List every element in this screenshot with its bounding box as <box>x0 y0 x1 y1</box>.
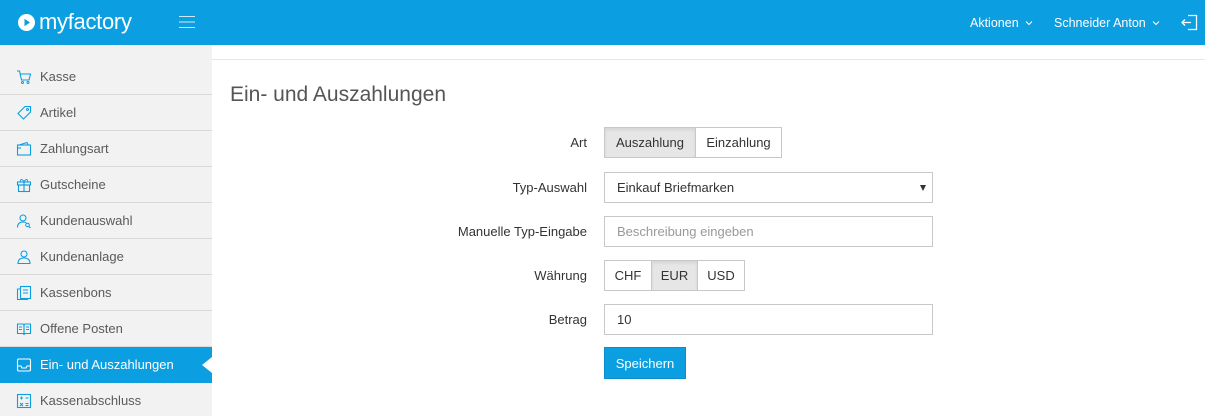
waehrung-label: Währung <box>534 268 587 283</box>
user-menu[interactable]: Schneider Anton <box>1054 0 1160 45</box>
typ-auswahl-value: Einkauf Briefmarken <box>617 180 735 195</box>
save-button[interactable]: Speichern <box>604 347 686 379</box>
sidebar-item-label: Gutscheine <box>40 177 106 192</box>
waehrung-option-usd[interactable]: USD <box>697 260 745 291</box>
sidebar-item-kasse[interactable]: Kasse <box>0 59 212 95</box>
art-option-auszahlung[interactable]: Auszahlung <box>604 127 696 158</box>
user-icon <box>17 249 31 264</box>
betrag-input[interactable] <box>604 304 933 335</box>
manuelle-typ-eingabe-input[interactable] <box>604 216 933 247</box>
book-icon <box>16 322 32 335</box>
sidebar-item-label: Ein- und Auszahlungen <box>40 357 174 372</box>
page-title: Ein- und Auszahlungen <box>230 83 446 106</box>
sidebar: Kasse Artikel Zahlungsart Gutscheine Kun… <box>0 45 212 416</box>
sidebar-item-zahlungsart[interactable]: Zahlungsart <box>0 131 212 167</box>
manuelle-typ-eingabe-label: Manuelle Typ-Eingabe <box>457 224 587 239</box>
actions-menu[interactable]: Aktionen <box>970 0 1033 45</box>
sidebar-item-label: Zahlungsart <box>40 141 109 156</box>
typ-auswahl-label: Typ-Auswahl <box>512 180 587 195</box>
user-search-icon <box>16 213 31 228</box>
sidebar-item-kassenbons[interactable]: Kassenbons <box>0 275 212 311</box>
calculator-icon <box>16 393 32 408</box>
cart-icon <box>17 69 32 84</box>
betrag-label: Betrag <box>548 312 587 327</box>
sidebar-item-label: Kasse <box>40 69 77 84</box>
sidebar-item-label: Kassenbons <box>40 285 112 300</box>
play-circle-icon <box>18 13 35 31</box>
waehrung-toggle: CHF EUR USD <box>604 260 745 291</box>
sidebar-item-label: Kundenauswahl <box>40 213 133 228</box>
sidebar-item-label: Artikel <box>40 105 77 120</box>
sidebar-item-kundenauswahl[interactable]: Kundenauswahl <box>0 203 212 239</box>
logo[interactable]: myfactory <box>18 9 132 35</box>
logout-icon[interactable] <box>1181 14 1198 31</box>
content-divider <box>212 59 1205 60</box>
logo-text: myfactory <box>39 9 132 34</box>
sidebar-item-offene-posten[interactable]: Offene Posten <box>0 311 212 347</box>
inbox-icon <box>16 357 32 372</box>
sidebar-item-kassenabschluss[interactable]: Kassenabschluss <box>0 383 212 416</box>
sidebar-item-gutscheine[interactable]: Gutscheine <box>0 167 212 203</box>
user-menu-label: Schneider Anton <box>1054 15 1146 30</box>
chevron-down-icon <box>1152 20 1160 25</box>
art-option-einzahlung[interactable]: Einzahlung <box>695 127 782 158</box>
actions-menu-label: Aktionen <box>970 15 1019 30</box>
dropdown-caret-icon <box>920 185 926 191</box>
gift-icon <box>16 178 32 192</box>
sidebar-item-ein-und-auszahlungen[interactable]: Ein- und Auszahlungen <box>0 347 212 383</box>
art-label: Art <box>570 135 587 150</box>
sidebar-item-label: Kassenabschluss <box>40 393 142 408</box>
waehrung-option-eur[interactable]: EUR <box>651 260 698 291</box>
chevron-down-icon <box>1025 20 1033 25</box>
sidebar-item-label: Offene Posten <box>40 321 123 336</box>
sidebar-item-artikel[interactable]: Artikel <box>0 95 212 131</box>
sidebar-item-kundenanlage[interactable]: Kundenanlage <box>0 239 212 275</box>
top-bar: myfactory Aktionen Schneider Anton <box>0 0 1205 45</box>
tag-icon <box>17 105 32 120</box>
art-toggle: Auszahlung Einzahlung <box>604 127 782 158</box>
wallet-icon <box>16 141 32 156</box>
receipt-icon <box>16 285 32 300</box>
typ-auswahl-select[interactable]: Einkauf Briefmarken <box>604 172 933 203</box>
waehrung-option-chf[interactable]: CHF <box>604 260 652 291</box>
hamburger-menu-icon[interactable] <box>179 16 195 28</box>
sidebar-item-label: Kundenanlage <box>40 249 124 264</box>
